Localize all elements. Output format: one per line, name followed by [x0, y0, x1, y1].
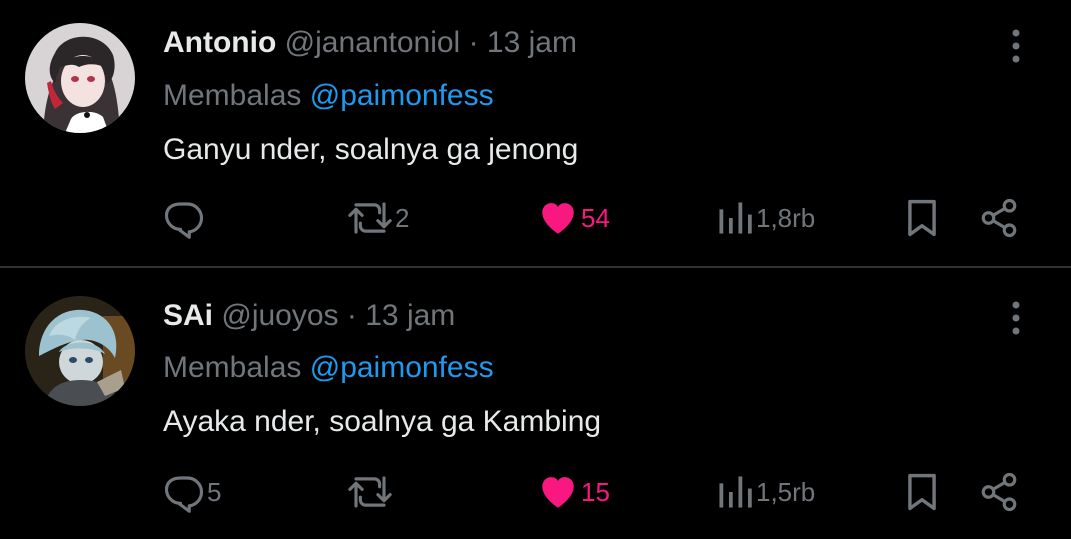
- views-button[interactable]: 1,8rb: [716, 196, 815, 240]
- replying-to: Membalas @paimonfess: [163, 78, 494, 114]
- replying-to-link[interactable]: @paimonfess: [310, 79, 494, 112]
- retweet-count: 2: [395, 202, 410, 233]
- share-button[interactable]: [978, 196, 1020, 240]
- share-button[interactable]: [978, 470, 1020, 514]
- user-handle[interactable]: @janantoniol: [285, 26, 461, 59]
- tweet-header: Antonio @janantoniol · 13 jam: [163, 25, 577, 61]
- replying-to: Membalas @paimonfess: [163, 350, 494, 386]
- avatar[interactable]: [25, 23, 135, 133]
- separator-dot: ·: [346, 299, 357, 332]
- action-bar: 5 15 1,5rb: [0, 470, 1071, 514]
- like-button[interactable]: 15: [537, 470, 610, 514]
- views-icon: [719, 476, 752, 508]
- action-bar: 2 54 1,8rb: [0, 196, 1071, 240]
- share-icon: [981, 198, 1017, 238]
- avatar[interactable]: [25, 296, 135, 406]
- heart-icon: [542, 477, 574, 508]
- retweet-button[interactable]: 2: [347, 196, 409, 240]
- share-icon: [981, 472, 1017, 512]
- reply-button[interactable]: [163, 196, 207, 240]
- tweet-text: Ayaka nder, soalnya ga Kambing: [163, 405, 602, 438]
- reply-icon: [164, 202, 204, 239]
- retweet-button[interactable]: [347, 470, 395, 514]
- replying-to-link[interactable]: @paimonfess: [310, 351, 494, 384]
- bookmark-icon: [908, 473, 936, 511]
- timestamp[interactable]: 13 jam: [487, 26, 577, 59]
- avatar-image: [25, 23, 135, 133]
- tweet[interactable]: SAi @juoyos · 13 jam Membalas @paimonfes…: [0, 268, 1071, 539]
- tweet-header: SAi @juoyos · 13 jam: [163, 298, 455, 334]
- separator-dot: ·: [468, 26, 479, 59]
- heart-icon: [542, 203, 574, 234]
- tweet[interactable]: Antonio @janantoniol · 13 jam Membalas @…: [0, 0, 1071, 267]
- more-icon[interactable]: [1004, 298, 1028, 338]
- like-button[interactable]: 54: [537, 196, 610, 240]
- replying-to-label: Membalas: [163, 79, 302, 112]
- bookmark-button[interactable]: [903, 196, 941, 240]
- views-icon: [719, 202, 752, 234]
- bookmark-button[interactable]: [903, 470, 941, 514]
- more-icon[interactable]: [1004, 26, 1028, 66]
- view-count: 1,8rb: [756, 202, 816, 233]
- replying-to-label: Membalas: [163, 351, 302, 384]
- user-handle[interactable]: @juoyos: [221, 299, 338, 332]
- reply-count: 5: [207, 476, 222, 507]
- avatar-image: [25, 296, 135, 406]
- timestamp[interactable]: 13 jam: [365, 299, 455, 332]
- display-name[interactable]: SAi: [163, 299, 213, 332]
- reply-icon: [164, 476, 204, 513]
- display-name[interactable]: Antonio: [163, 26, 276, 59]
- like-count: 15: [581, 476, 610, 507]
- reply-button[interactable]: 5: [163, 470, 221, 514]
- retweet-icon: [348, 202, 392, 234]
- retweet-icon: [348, 476, 392, 508]
- views-button[interactable]: 1,5rb: [716, 470, 815, 514]
- view-count: 1,5rb: [756, 476, 816, 507]
- tweet-text: Ganyu nder, soalnya ga jenong: [163, 133, 579, 166]
- like-count: 54: [581, 202, 610, 233]
- bookmark-icon: [908, 199, 936, 237]
